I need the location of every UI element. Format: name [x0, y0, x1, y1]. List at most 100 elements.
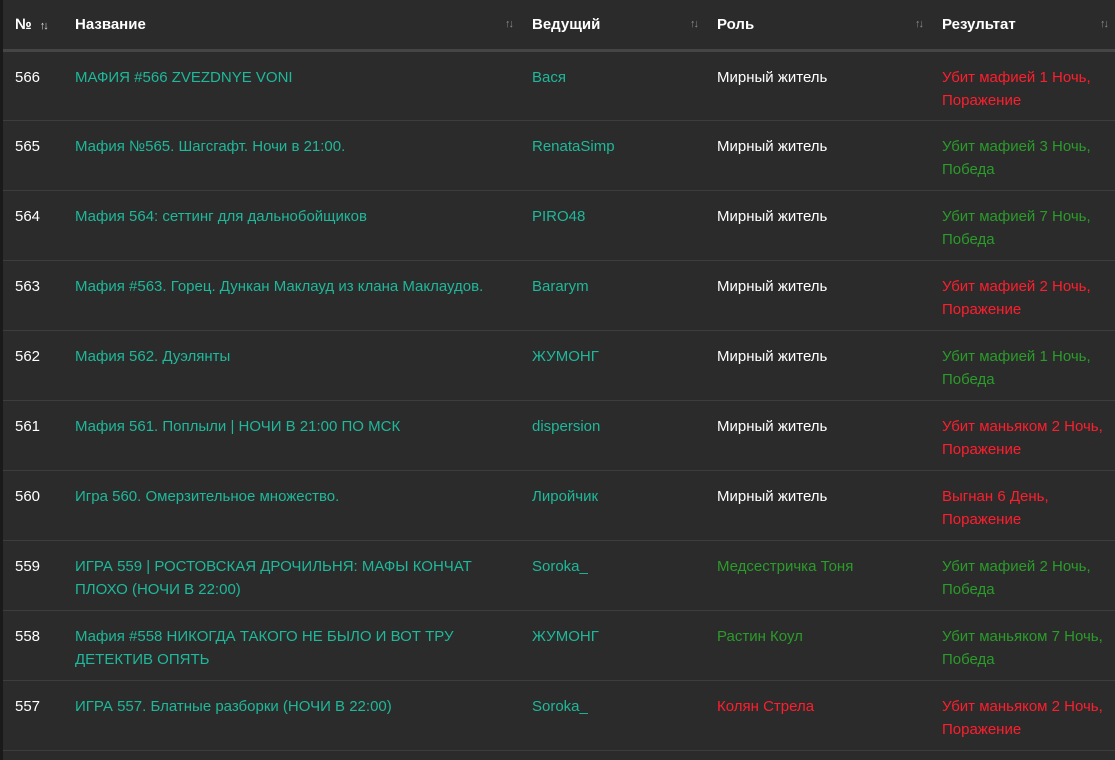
- game-number: 559: [15, 557, 41, 575]
- game-host-cell: Soroka_: [520, 540, 705, 610]
- games-history-panel: № ↑↓ Название ↑↓ Ведущий ↑↓ Роль ↑↓ Резул…: [0, 0, 1115, 760]
- game-title-link[interactable]: Мафия #563. Горец. Дункан Маклауд из кла…: [75, 278, 483, 295]
- game-result: Убит мафией 1 Ночь, Поражение: [930, 50, 1115, 120]
- player-role: Медсестричка Тоня: [717, 557, 854, 575]
- game-number: 560: [15, 487, 41, 505]
- player-role: Мирный житель: [717, 347, 828, 365]
- column-header-number-label: №: [15, 15, 32, 33]
- game-host-link[interactable]: RenataSimp: [532, 138, 615, 155]
- game-host-cell: Лиройчик: [520, 470, 705, 540]
- game-title-link[interactable]: МАФИЯ #566 ZVEZDNYE VONI: [75, 69, 293, 86]
- game-title-cell: ИГРА 557. Блатные разборки (НОЧИ В 22:00…: [63, 680, 520, 750]
- game-result: Убит маньяком 7 Ночь, Победа: [930, 610, 1115, 680]
- game-title-cell: МАФИЯ #566 ZVEZDNYE VONI: [63, 50, 520, 120]
- table-row: 562 Мафия 562. Дуэлянты ЖУМОНГ Мирный жител…: [3, 330, 1115, 400]
- game-number: 563: [15, 277, 41, 295]
- table-row: 557 ИГРА 557. Блатные разборки (НОЧИ В 22…: [3, 680, 1115, 750]
- game-title-link[interactable]: Мафия 561. Поплыли | НОЧИ В 21:00 ПО МСК: [75, 418, 400, 435]
- game-title-cell: Мафия #558 НИКОГДА ТАКОГО НЕ БЫЛО И ВОТ …: [63, 610, 520, 680]
- table-body: 566 МАФИЯ #566 ZVEZDNYE VONI Вася Мирный жи…: [3, 50, 1115, 750]
- table-row: 560 Игра 560. Омерзительное множество. Лир…: [3, 470, 1115, 540]
- game-host-link[interactable]: ЖУМОНГ: [532, 628, 599, 645]
- game-title-cell: Мафия №565. Шагсгафт. Ночи в 21:00.: [63, 120, 520, 190]
- game-result: Убит мафией 1 Ночь, Победа: [930, 330, 1115, 400]
- game-result: Убит маньяком 2 Ночь, Поражение: [930, 400, 1115, 470]
- game-title-cell: Мафия #563. Горец. Дункан Маклауд из кла…: [63, 260, 520, 330]
- game-number: 558: [15, 627, 41, 645]
- sort-arrows-icon[interactable]: ↑↓: [915, 18, 924, 30]
- game-number: 566: [15, 68, 41, 86]
- game-title-link[interactable]: ИГРА 559 | РОСТОВСКАЯ ДРОЧИЛЬНЯ: МАФЫ КО…: [75, 558, 472, 598]
- column-header-host[interactable]: Ведущий ↑↓: [520, 0, 705, 52]
- game-result-detail: Убит мафией 1 Ночь,: [942, 68, 1091, 86]
- table-row: 566 МАФИЯ #566 ZVEZDNYE VONI Вася Мирный жи…: [3, 50, 1115, 120]
- game-result-detail: Убит мафией 1 Ночь,: [942, 347, 1091, 365]
- game-result-outcome: Победа: [942, 230, 995, 248]
- game-number: 562: [15, 347, 41, 365]
- player-role: Мирный житель: [717, 68, 828, 86]
- game-result: Убит маньяком 2 Ночь, Поражение: [930, 680, 1115, 750]
- game-result-outcome: Поражение: [942, 300, 1022, 318]
- sort-arrows-icon[interactable]: ↑↓: [40, 20, 49, 32]
- sort-arrows-icon[interactable]: ↑↓: [690, 18, 699, 30]
- game-host-link[interactable]: Soroka_: [532, 698, 588, 715]
- game-host-cell: Soroka_: [520, 680, 705, 750]
- game-host-link[interactable]: Bararym: [532, 278, 589, 295]
- game-result-outcome: Поражение: [942, 91, 1022, 109]
- player-role: Колян Стрела: [717, 697, 815, 715]
- game-number: 557: [15, 697, 41, 715]
- game-host-cell: dispersion: [520, 400, 705, 470]
- column-header-role[interactable]: Роль ↑↓: [705, 0, 930, 52]
- player-role: Растин Коул: [717, 627, 803, 645]
- player-role: Мирный житель: [717, 277, 828, 295]
- column-header-result[interactable]: Результат ↑↓: [930, 0, 1115, 52]
- game-host-cell: Bararym: [520, 260, 705, 330]
- column-header-role-label: Роль: [717, 15, 755, 33]
- game-host-link[interactable]: Soroka_: [532, 558, 588, 575]
- game-result-detail: Убит мафией 2 Ночь,: [942, 277, 1091, 295]
- player-role: Мирный житель: [717, 207, 828, 225]
- game-title-cell: Мафия 561. Поплыли | НОЧИ В 21:00 ПО МСК: [63, 400, 520, 470]
- table-row: 561 Мафия 561. Поплыли | НОЧИ В 21:00 ПО …: [3, 400, 1115, 470]
- sort-arrows-icon[interactable]: ↑↓: [505, 18, 514, 30]
- game-result: Убит мафией 7 Ночь, Победа: [930, 190, 1115, 260]
- game-result-detail: Убит маньяком 7 Ночь,: [942, 627, 1103, 645]
- game-host-link[interactable]: ЖУМОНГ: [532, 348, 599, 365]
- game-result: Убит мафией 3 Ночь, Победа: [930, 120, 1115, 190]
- table-row: 559 ИГРА 559 | РОСТОВСКАЯ ДРОЧИЛЬНЯ: МАФЫ…: [3, 540, 1115, 610]
- column-header-title-label: Название: [75, 15, 146, 33]
- game-result-outcome: Победа: [942, 650, 995, 668]
- game-title-link[interactable]: Мафия #558 НИКОГДА ТАКОГО НЕ БЫЛО И ВОТ …: [75, 628, 454, 668]
- game-title-link[interactable]: Мафия 564: сеттинг для дальнобойщиков: [75, 208, 367, 225]
- game-result-detail: Убит мафией 3 Ночь,: [942, 137, 1091, 155]
- game-title-link[interactable]: ИГРА 557. Блатные разборки (НОЧИ В 22:00…: [75, 698, 392, 715]
- game-result-outcome: Поражение: [942, 440, 1022, 458]
- game-result: Убит мафией 2 Ночь, Победа: [930, 540, 1115, 610]
- game-result-outcome: Победа: [942, 580, 995, 598]
- column-header-number[interactable]: № ↑↓: [3, 0, 63, 52]
- player-role: Мирный житель: [717, 487, 828, 505]
- table-row: 564 Мафия 564: сеттинг для дальнобойщиков…: [3, 190, 1115, 260]
- game-number: 564: [15, 207, 41, 225]
- game-title-link[interactable]: Игра 560. Омерзительное множество.: [75, 488, 339, 505]
- sort-arrows-icon[interactable]: ↑↓: [1100, 18, 1109, 30]
- game-host-link[interactable]: Вася: [532, 69, 566, 86]
- column-header-result-label: Результат: [942, 15, 1016, 33]
- game-title-link[interactable]: Мафия 562. Дуэлянты: [75, 348, 230, 365]
- game-host-link[interactable]: dispersion: [532, 418, 600, 435]
- game-host-link[interactable]: PIRO48: [532, 208, 585, 225]
- game-host-link[interactable]: Лиройчик: [532, 488, 598, 505]
- game-title-cell: ИГРА 559 | РОСТОВСКАЯ ДРОЧИЛЬНЯ: МАФЫ КО…: [63, 540, 520, 610]
- table-row: 558 Мафия #558 НИКОГДА ТАКОГО НЕ БЫЛО И В…: [3, 610, 1115, 680]
- game-number: 565: [15, 137, 41, 155]
- game-title-link[interactable]: Мафия №565. Шагсгафт. Ночи в 21:00.: [75, 138, 345, 155]
- game-result-detail: Убит маньяком 2 Ночь,: [942, 697, 1103, 715]
- game-number: 561: [15, 417, 41, 435]
- game-host-cell: RenataSimp: [520, 120, 705, 190]
- game-result-outcome: Поражение: [942, 720, 1022, 738]
- game-result: Убит мафией 2 Ночь, Поражение: [930, 260, 1115, 330]
- game-result: Выгнан 6 День, Поражение: [930, 470, 1115, 540]
- game-result-outcome: Победа: [942, 370, 995, 388]
- column-header-title[interactable]: Название ↑↓: [63, 0, 520, 52]
- game-title-cell: Мафия 564: сеттинг для дальнобойщиков: [63, 190, 520, 260]
